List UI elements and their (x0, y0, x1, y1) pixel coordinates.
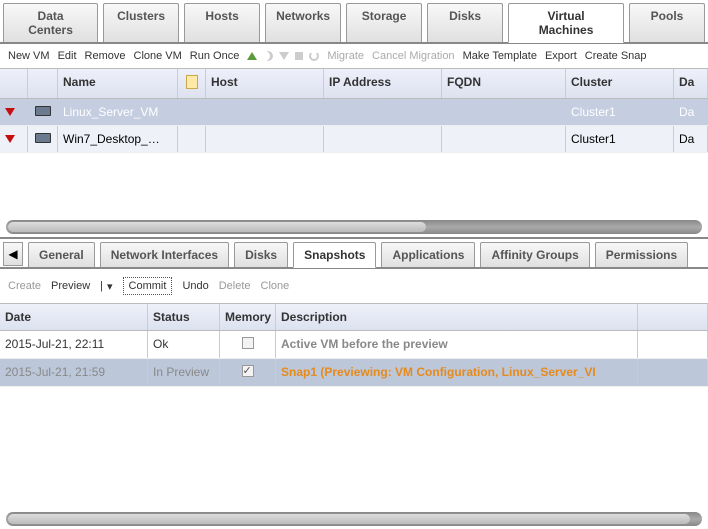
snapshot-row[interactable]: 2015-Jul-21, 21:59 In Preview Snap1 (Pre… (0, 359, 708, 387)
subtab-general[interactable]: General (28, 242, 95, 267)
col-expand (0, 69, 28, 98)
main-tab-bar: Data Centers Clusters Hosts Networks Sto… (0, 0, 708, 44)
col-cluster[interactable]: Cluster (566, 69, 674, 98)
tab-hosts[interactable]: Hosts (184, 3, 260, 42)
snapshot-row[interactable]: 2015-Jul-21, 22:11 Ok Active VM before t… (0, 331, 708, 359)
power-icons (247, 51, 319, 61)
chevron-left-icon: ◀ (8, 247, 17, 261)
shutdown-icon[interactable] (279, 52, 289, 60)
reboot-icon[interactable] (309, 51, 319, 61)
snap-clone-button[interactable]: Clone (261, 280, 290, 292)
suspend-icon[interactable] (263, 51, 273, 61)
create-snapshot-button[interactable]: Create Snap (585, 50, 647, 62)
doc-icon (186, 75, 198, 89)
snap-col-description[interactable]: Description (276, 304, 638, 330)
tab-clusters[interactable]: Clusters (103, 3, 179, 42)
detail-panel: ◀ General Network Interfaces Disks Snaps… (0, 237, 708, 387)
snap-commit-button[interactable]: Commit (123, 277, 173, 295)
snap-description: Snap1 (Previewing: VM Configuration, Lin… (281, 365, 596, 379)
edit-button[interactable]: Edit (58, 50, 77, 62)
col-icon (28, 69, 58, 98)
memory-checkbox (242, 337, 254, 349)
col-ip[interactable]: IP Address (324, 69, 442, 98)
snapshot-toolbar: Create Preview | ▾ Commit Undo Delete Cl… (0, 269, 708, 303)
subtab-disks[interactable]: Disks (234, 242, 288, 267)
run-once-button[interactable]: Run Once (190, 50, 240, 62)
sub-tabs-back-button[interactable]: ◀ (3, 242, 23, 266)
subtab-snapshots[interactable]: Snapshots (293, 242, 376, 268)
snap-create-button[interactable]: Create (8, 280, 41, 292)
snap-description: Active VM before the preview (281, 337, 448, 351)
tab-pools[interactable]: Pools (629, 3, 705, 42)
bottom-scrollbar[interactable] (6, 512, 702, 526)
snapshot-table-header: Date Status Memory Description (0, 303, 708, 331)
migrate-button[interactable]: Migrate (327, 50, 364, 62)
tab-disks[interactable]: Disks (427, 3, 503, 42)
snap-col-end (638, 304, 708, 330)
col-name[interactable]: Name (58, 69, 178, 98)
table-row[interactable]: Linux_Server_VM Cluster1 Da (0, 99, 708, 126)
snap-preview-button[interactable]: Preview (51, 280, 90, 292)
subtab-affinity-groups[interactable]: Affinity Groups (480, 242, 589, 267)
vm-toolbar: New VM Edit Remove Clone VM Run Once Mig… (0, 44, 708, 68)
tab-virtual-machines[interactable]: Virtual Machines (508, 3, 624, 43)
vm-table-body: Linux_Server_VM Cluster1 Da Win7_Desktop… (0, 99, 708, 217)
clone-vm-button[interactable]: Clone VM (134, 50, 182, 62)
expand-icon[interactable] (5, 108, 15, 116)
subtab-applications[interactable]: Applications (381, 242, 475, 267)
vm-icon (35, 106, 51, 116)
snap-col-memory[interactable]: Memory (220, 304, 276, 330)
memory-checkbox (242, 365, 254, 377)
expand-icon[interactable] (5, 135, 15, 143)
stop-icon[interactable] (295, 52, 303, 60)
tab-storage[interactable]: Storage (346, 3, 422, 42)
new-vm-button[interactable]: New VM (8, 50, 50, 62)
vm-scrollbar[interactable] (6, 220, 702, 234)
run-icon[interactable] (247, 52, 257, 60)
snap-delete-button[interactable]: Delete (219, 280, 251, 292)
col-host[interactable]: Host (206, 69, 324, 98)
subtab-permissions[interactable]: Permissions (595, 242, 688, 267)
table-row[interactable]: Win7_Desktop_… Cluster1 Da (0, 126, 708, 153)
vm-table-header: Name Host IP Address FQDN Cluster Da (0, 68, 708, 99)
subtab-network-interfaces[interactable]: Network Interfaces (100, 242, 229, 267)
make-template-button[interactable]: Make Template (463, 50, 537, 62)
sub-tab-bar: ◀ General Network Interfaces Disks Snaps… (0, 239, 708, 269)
col-doc (178, 69, 206, 98)
vm-name: Win7_Desktop_… (58, 126, 178, 152)
tab-data-centers[interactable]: Data Centers (3, 3, 98, 42)
col-fqdn[interactable]: FQDN (442, 69, 566, 98)
snap-preview-dropdown[interactable]: ▾ (107, 280, 113, 293)
snap-col-status[interactable]: Status (148, 304, 220, 330)
cancel-migration-button[interactable]: Cancel Migration (372, 50, 455, 62)
col-dc[interactable]: Da (674, 69, 708, 98)
export-button[interactable]: Export (545, 50, 577, 62)
vm-name: Linux_Server_VM (58, 99, 178, 125)
remove-button[interactable]: Remove (85, 50, 126, 62)
snap-undo-button[interactable]: Undo (182, 280, 208, 292)
vm-icon (35, 133, 51, 143)
vm-table: Name Host IP Address FQDN Cluster Da Lin… (0, 68, 708, 234)
snap-col-date[interactable]: Date (0, 304, 148, 330)
snap-preview-separator: | (100, 280, 103, 292)
tab-networks[interactable]: Networks (265, 3, 341, 42)
